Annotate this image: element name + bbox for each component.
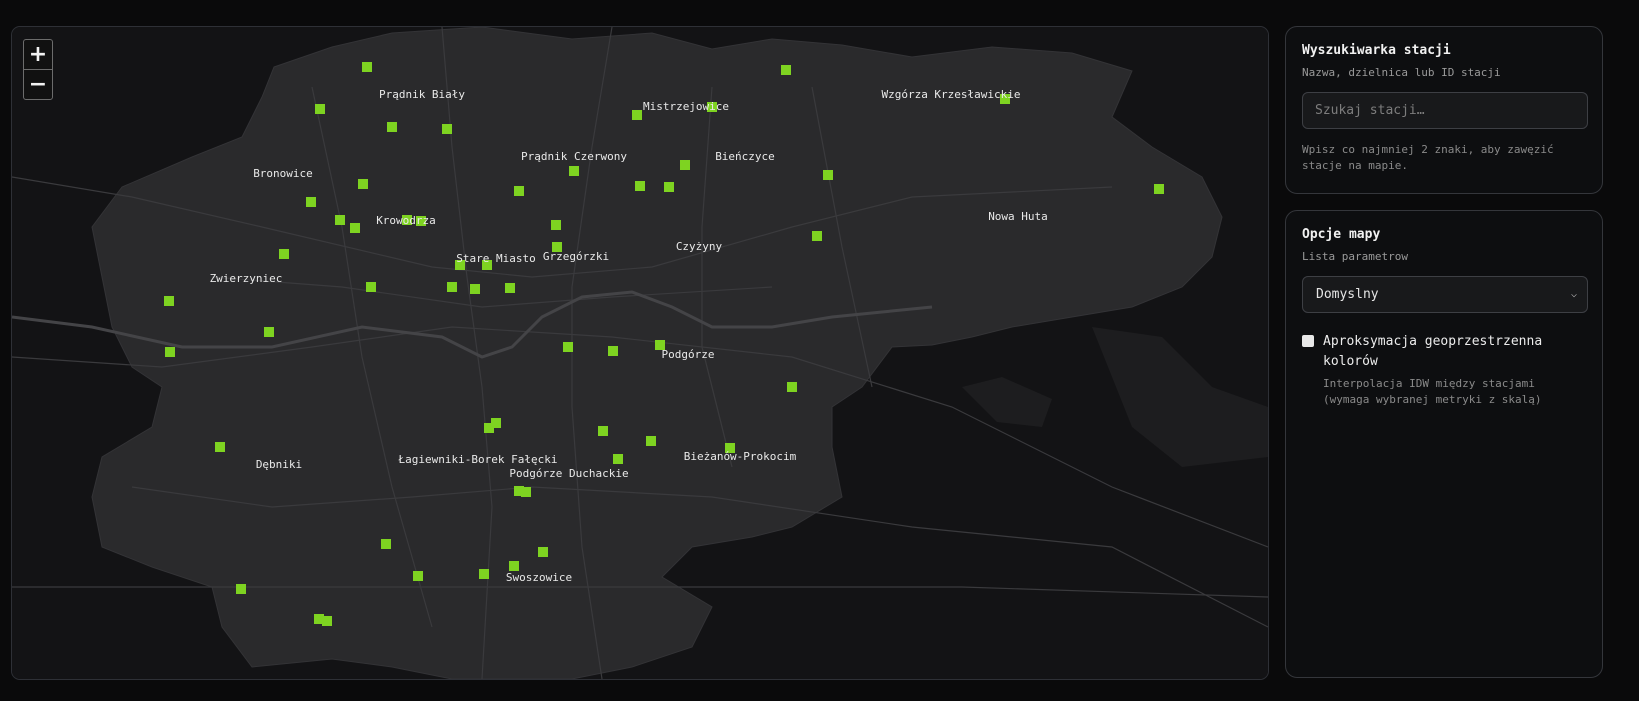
station-marker[interactable]	[563, 342, 573, 352]
color-approximation-checkbox[interactable]	[1302, 335, 1314, 347]
district-label: Łagiewniki-Borek Fałęcki	[398, 453, 558, 466]
district-label: Podgórze Duchackie	[509, 467, 628, 480]
district-label: Grzegórzki	[543, 250, 609, 263]
map-canvas[interactable]: Prądnik Biały Mistrzejowice Wzgórza Krzesł…	[12, 27, 1268, 679]
map-panel[interactable]: Prądnik Biały Mistrzejowice Wzgórza Krzesł…	[11, 26, 1269, 680]
station-marker[interactable]	[479, 569, 489, 579]
district-label: Podgórze	[662, 348, 715, 361]
station-marker[interactable]	[598, 426, 608, 436]
station-marker[interactable]	[635, 181, 645, 191]
station-marker[interactable]	[781, 65, 791, 75]
district-label: Nowa Huta	[988, 210, 1048, 223]
zoom-out-button[interactable]: −	[24, 69, 52, 99]
station-marker[interactable]	[442, 124, 452, 134]
district-label: Mistrzejowice	[643, 100, 729, 113]
station-marker[interactable]	[1154, 184, 1164, 194]
station-marker[interactable]	[646, 436, 656, 446]
station-marker[interactable]	[413, 571, 423, 581]
station-search-card: Wyszukiwarka stacji Nazwa, dzielnica lub…	[1285, 26, 1603, 194]
color-approximation-label[interactable]: Aproksymacja geoprzestrzenna kolorów	[1323, 332, 1586, 372]
district-label: Bieńczyce	[715, 150, 775, 163]
station-marker[interactable]	[613, 454, 623, 464]
station-search-input[interactable]	[1302, 92, 1588, 129]
station-marker[interactable]	[215, 442, 225, 452]
station-marker[interactable]	[551, 220, 561, 230]
district-label: Wzgórza Krzesławickie	[881, 88, 1020, 101]
station-marker[interactable]	[447, 282, 457, 292]
district-label: Bieżanów-Prokocim	[684, 450, 797, 463]
station-marker[interactable]	[538, 547, 548, 557]
parameter-select-value: Domyslny	[1316, 287, 1379, 302]
station-marker[interactable]	[680, 160, 690, 170]
station-marker[interactable]	[236, 584, 246, 594]
station-marker[interactable]	[812, 231, 822, 241]
station-marker[interactable]	[787, 382, 797, 392]
options-card-title: Opcje mapy	[1302, 227, 1381, 242]
station-marker[interactable]	[505, 283, 515, 293]
zoom-control: + −	[23, 39, 53, 100]
color-approximation-option: Aproksymacja geoprzestrzenna kolorów Int…	[1302, 332, 1586, 408]
color-approximation-text: Aproksymacja geoprzestrzenna kolorów Int…	[1323, 332, 1586, 408]
station-marker[interactable]	[279, 249, 289, 259]
parameter-select[interactable]: Domyslny ⌵	[1302, 276, 1588, 313]
station-marker[interactable]	[306, 197, 316, 207]
zoom-in-button[interactable]: +	[24, 40, 52, 69]
station-marker[interactable]	[509, 561, 519, 571]
district-label: Bronowice	[253, 167, 313, 180]
district-label: Prądnik Czerwony	[521, 150, 627, 163]
station-marker[interactable]	[569, 166, 579, 176]
district-label: Krowodrza	[376, 214, 436, 227]
search-card-title: Wyszukiwarka stacji	[1302, 43, 1451, 58]
color-approximation-description: Interpolacja IDW między stacjami (wymaga…	[1323, 377, 1542, 406]
district-label: Stare Miasto	[456, 252, 535, 265]
station-marker[interactable]	[335, 215, 345, 225]
station-marker[interactable]	[366, 282, 376, 292]
district-label: Prądnik Biały	[379, 88, 465, 101]
station-marker[interactable]	[664, 182, 674, 192]
chevron-down-icon: ⌵	[1570, 289, 1577, 300]
station-marker[interactable]	[165, 347, 175, 357]
district-label: Dębniki	[256, 458, 302, 471]
district-label: Zwierzyniec	[210, 272, 283, 285]
station-marker[interactable]	[470, 284, 480, 294]
station-marker[interactable]	[358, 179, 368, 189]
station-marker[interactable]	[484, 423, 494, 433]
station-marker[interactable]	[315, 104, 325, 114]
station-marker[interactable]	[350, 223, 360, 233]
station-marker[interactable]	[264, 327, 274, 337]
station-marker[interactable]	[164, 296, 174, 306]
station-marker[interactable]	[381, 539, 391, 549]
map-options-card: Opcje mapy Lista parametrow Domyslny ⌵ A…	[1285, 210, 1603, 678]
station-marker[interactable]	[514, 186, 524, 196]
station-marker[interactable]	[362, 62, 372, 72]
station-marker[interactable]	[521, 487, 531, 497]
district-label: Swoszowice	[506, 571, 572, 584]
search-card-subtitle: Nazwa, dzielnica lub ID stacji	[1302, 66, 1501, 79]
options-card-subtitle: Lista parametrow	[1302, 250, 1408, 263]
district-label: Czyżyny	[676, 240, 723, 253]
station-marker[interactable]	[387, 122, 397, 132]
station-marker[interactable]	[608, 346, 618, 356]
station-marker[interactable]	[322, 616, 332, 626]
search-hint: Wpisz co najmniej 2 znaki, aby zawęzić s…	[1302, 143, 1554, 172]
station-marker[interactable]	[632, 110, 642, 120]
station-marker[interactable]	[823, 170, 833, 180]
